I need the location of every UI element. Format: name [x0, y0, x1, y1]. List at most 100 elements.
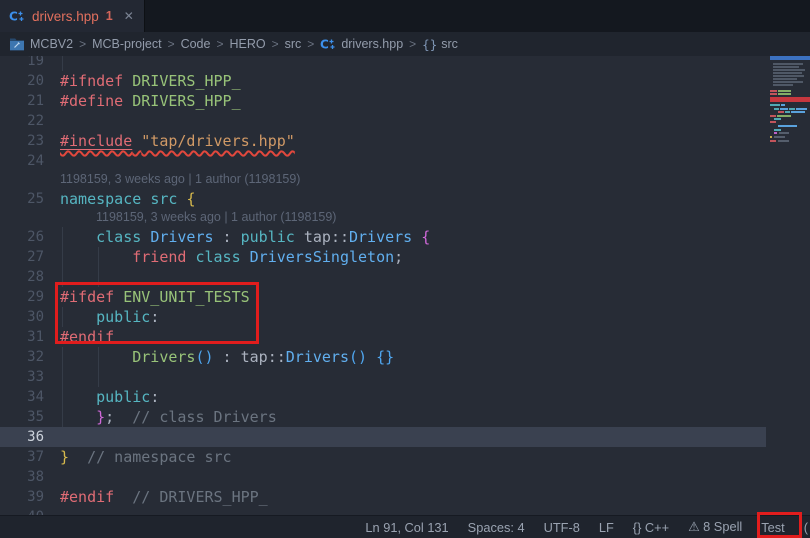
indent-guide — [62, 227, 63, 247]
indent-guide — [98, 367, 99, 387]
code-line-36[interactable]: 36 — [0, 427, 766, 447]
blame-lens[interactable]: 1198159, 3 weeks ago | 1 author (1198159… — [0, 171, 766, 189]
code-line-39[interactable]: 39#endif // DRIVERS_HPP_ — [0, 487, 766, 507]
tab-drivers-hpp[interactable]: C drivers.hpp 1 ✕ — [0, 0, 145, 32]
code-line-38[interactable]: 38 — [0, 467, 766, 487]
status-clipped-item[interactable]: ( — [804, 520, 808, 535]
vscode-window: C drivers.hpp 1 ✕ MCBV2 > MCB-project > Code… — [0, 0, 810, 538]
status-line-col[interactable]: Ln 91, Col 131 — [365, 520, 448, 535]
code-text: #ifndef DRIVERS_HPP_ — [44, 71, 241, 91]
line-number: 24 — [0, 151, 44, 171]
blame-lens-text[interactable]: 1198159, 3 weeks ago | 1 author (1198159… — [0, 171, 300, 189]
status-test[interactable]: Test — [761, 520, 784, 535]
line-number: 35 — [0, 407, 44, 427]
breadcrumb-item-src[interactable]: src — [285, 37, 302, 51]
minimap-line — [780, 108, 788, 110]
indent-guide — [62, 347, 63, 367]
breadcrumb: MCBV2>MCB-project>Code>HERO>src> C drive… — [0, 32, 810, 56]
status-indentation[interactable]: Spaces: 4 — [468, 520, 525, 535]
code-line-34[interactable]: 34 public: — [0, 387, 766, 407]
code-line-21[interactable]: 21#define DRIVERS_HPP_ — [0, 91, 766, 111]
code-line-20[interactable]: 20#ifndef DRIVERS_HPP_ — [0, 71, 766, 91]
line-number: 39 — [0, 487, 44, 507]
line-number: 31 — [0, 327, 44, 347]
code-line-31[interactable]: 31#endif — [0, 327, 766, 347]
status-encoding[interactable]: UTF-8 — [544, 520, 580, 535]
code-line-27[interactable]: 27 friend class DriversSingleton; — [0, 247, 766, 267]
code-line-32[interactable]: 32 Drivers() : tap::Drivers() {} — [0, 347, 766, 367]
code-text — [44, 151, 60, 171]
code-lines: 1920#ifndef DRIVERS_HPP_21#define DRIVER… — [0, 56, 766, 515]
breadcrumb-item-symbol[interactable]: src — [441, 37, 458, 51]
status-bar: Ln 91, Col 131 Spaces: 4 UTF-8 LF {} C++ ⚠ 8 … — [0, 515, 810, 538]
status-spell-warnings[interactable]: ⚠ 8 Spell — [688, 519, 742, 535]
tab-bar: C drivers.hpp 1 ✕ — [0, 0, 810, 32]
minimap-line — [773, 78, 797, 80]
blame-lens-text[interactable]: 1198159, 3 weeks ago | 1 author (1198159… — [0, 209, 336, 227]
blame-lens[interactable]: 1198159, 3 weeks ago | 1 author (1198159… — [0, 209, 766, 227]
breadcrumb-item-file[interactable]: drivers.hpp — [341, 37, 403, 51]
error-squiggle: #include "tap/drivers.hpp" — [60, 132, 295, 150]
code-line-25[interactable]: 25namespace src { — [0, 189, 766, 209]
code-line-22[interactable]: 22 — [0, 111, 766, 131]
code-text: Drivers() : tap::Drivers() {} — [44, 347, 394, 367]
minimap-line — [770, 56, 810, 60]
breadcrumb-separator: > — [272, 37, 279, 51]
code-line-37[interactable]: 37} // namespace src — [0, 447, 766, 467]
breadcrumb-item-mcbv2[interactable]: MCBV2 — [30, 37, 73, 51]
code-line-28[interactable]: 28 — [0, 267, 766, 287]
code-line-33[interactable]: 33 — [0, 367, 766, 387]
indent-guide — [62, 56, 63, 71]
code-line-26[interactable]: 26 class Drivers : public tap::Drivers { — [0, 227, 766, 247]
code-text — [44, 56, 60, 71]
minimap-line — [789, 108, 795, 110]
tab-close-icon[interactable]: ✕ — [124, 9, 134, 23]
minimap-line — [779, 132, 789, 134]
line-number: 21 — [0, 91, 44, 111]
breadcrumb-item-hero[interactable]: HERO — [229, 37, 265, 51]
code-line-19[interactable]: 19 — [0, 56, 766, 71]
editor-pane[interactable]: 1920#ifndef DRIVERS_HPP_21#define DRIVER… — [0, 56, 810, 515]
line-number: 37 — [0, 447, 44, 467]
minimap-line — [796, 108, 807, 110]
tab-problem-badge: 1 — [106, 9, 113, 23]
line-number: 38 — [0, 467, 44, 487]
code-text: #define DRIVERS_HPP_ — [44, 91, 241, 111]
line-number: 36 — [0, 427, 44, 447]
minimap-line — [773, 69, 805, 71]
minimap-line — [778, 125, 797, 127]
indent-guide — [62, 307, 63, 327]
minimap-line — [778, 111, 784, 113]
minimap-line — [770, 104, 780, 106]
code-line-29[interactable]: 29#ifdef ENV_UNIT_TESTS — [0, 287, 766, 307]
code-line-35[interactable]: 35 }; // class Drivers — [0, 407, 766, 427]
code-line-40[interactable]: 40 — [0, 507, 766, 515]
code-line-23[interactable]: 23#include "tap/drivers.hpp" — [0, 131, 766, 151]
code-text: #ifdef ENV_UNIT_TESTS — [44, 287, 250, 307]
indent-guide — [98, 347, 99, 367]
minimap-line — [774, 118, 781, 120]
cpp-file-icon: C — [9, 8, 25, 24]
code-line-30[interactable]: 30 public: — [0, 307, 766, 327]
minimap[interactable] — [770, 56, 810, 515]
code-line-24[interactable]: 24 — [0, 151, 766, 171]
status-language-mode[interactable]: {} C++ — [633, 520, 669, 535]
minimap-line — [773, 84, 793, 86]
minimap-line — [774, 132, 777, 134]
code-text: #include "tap/drivers.hpp" — [44, 131, 295, 151]
minimap-line — [773, 81, 803, 83]
minimap-line — [778, 140, 789, 142]
code-text — [44, 111, 60, 131]
breadcrumb-item-mcb-project[interactable]: MCB-project — [92, 37, 161, 51]
indent-guide — [62, 267, 63, 287]
line-number: 25 — [0, 189, 44, 209]
minimap-line — [773, 66, 799, 68]
code-text — [44, 507, 60, 515]
breadcrumb-item-code[interactable]: Code — [181, 37, 211, 51]
code-text — [44, 467, 60, 487]
minimap-line — [785, 111, 790, 113]
status-eol[interactable]: LF — [599, 520, 614, 535]
minimap-line — [774, 108, 779, 110]
line-number: 28 — [0, 267, 44, 287]
breadcrumb-separator: > — [79, 37, 86, 51]
